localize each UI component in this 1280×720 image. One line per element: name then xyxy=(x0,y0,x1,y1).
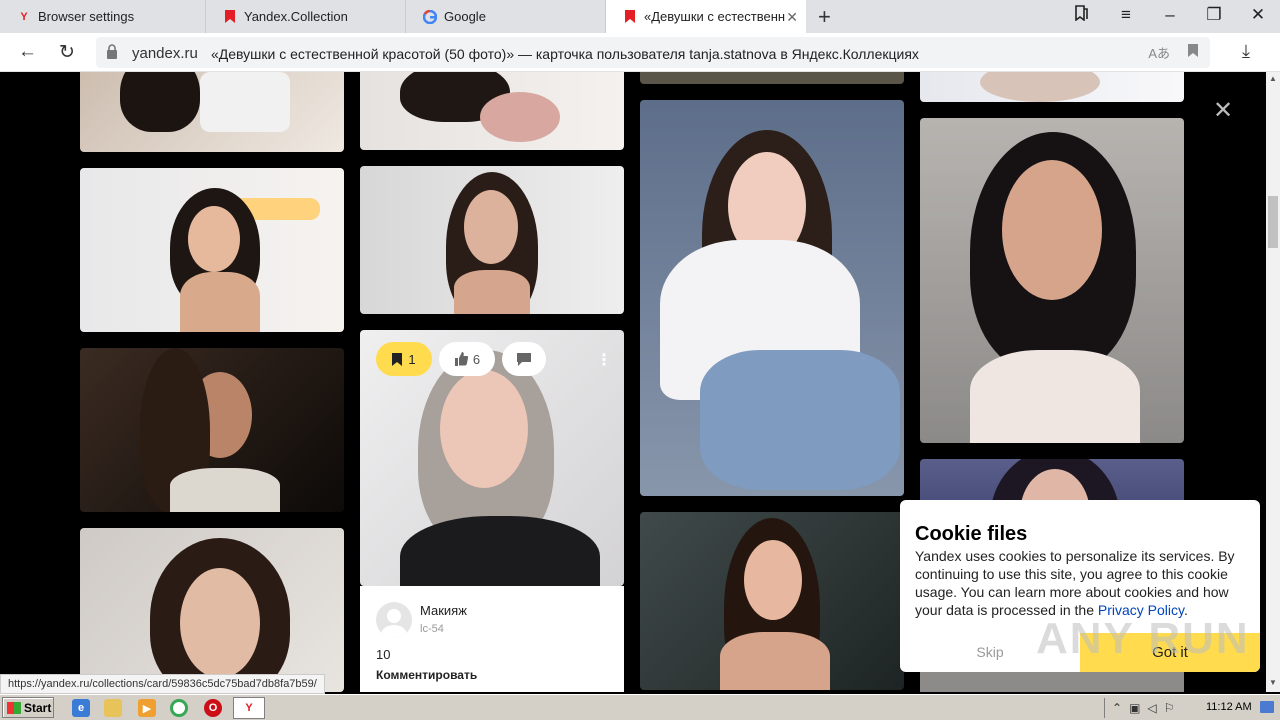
card-count: 10 xyxy=(376,647,391,662)
address-page-title: «Девушки с естественной красотой (50 фот… xyxy=(211,46,919,62)
thumbs-up-icon xyxy=(454,352,468,366)
status-url: https://yandex.ru/collections/card/59836… xyxy=(0,674,325,694)
tab-label: «Девушки с естественн xyxy=(644,9,786,24)
image-card[interactable] xyxy=(640,512,904,690)
image-card[interactable] xyxy=(640,100,904,496)
skip-button[interactable]: Skip xyxy=(940,637,1040,673)
tab-active-collection-card[interactable]: «Девушки с естественн ✕ xyxy=(606,0,806,33)
like-button[interactable]: 6 xyxy=(439,342,495,376)
page-scrollbar[interactable]: ▲ ▼ xyxy=(1266,72,1280,692)
reload-icon[interactable]: ↻ xyxy=(59,41,75,64)
comment-button[interactable] xyxy=(502,342,546,376)
tab-browser-settings[interactable]: Y Browser settings xyxy=(0,0,206,33)
new-tab-button[interactable]: + xyxy=(818,4,831,30)
image-card[interactable] xyxy=(360,72,624,150)
minimize-icon[interactable]: – xyxy=(1158,5,1182,25)
avatar[interactable] xyxy=(376,602,412,638)
media-player-icon[interactable]: ▶ xyxy=(138,699,156,717)
start-button[interactable]: Start xyxy=(2,697,54,718)
tab-strip: Y Browser settings Yandex.Collection Goo… xyxy=(0,0,1280,33)
collections-icon xyxy=(223,10,237,24)
yandex-icon: Y xyxy=(20,10,28,23)
folder-icon[interactable] xyxy=(104,699,122,717)
save-to-collection-button[interactable]: 1 xyxy=(376,342,432,376)
tab-label: Google xyxy=(444,9,486,24)
navigation-bar: ← ↻ yandex.ru «Девушки с естественной кр… xyxy=(0,33,1280,72)
scroll-up-icon[interactable]: ▲ xyxy=(1269,74,1277,83)
cookie-title: Cookie files xyxy=(915,523,1028,545)
save-count: 1 xyxy=(408,351,416,367)
start-label: Start xyxy=(24,700,52,715)
restore-icon[interactable]: ❐ xyxy=(1202,5,1226,25)
image-card[interactable] xyxy=(80,528,344,692)
close-tab-icon[interactable]: ✕ xyxy=(786,9,798,26)
tab-label: Yandex.Collection xyxy=(244,9,348,24)
taskbar: Start e ▶ O Y ⌃ ▣ ◁ ⚐ 11:12 AM xyxy=(0,694,1280,720)
windows-logo-icon xyxy=(7,701,21,714)
close-overlay-icon[interactable]: ✕ xyxy=(1213,96,1233,125)
translate-icon[interactable]: Aあ xyxy=(1148,43,1170,62)
back-arrow-icon[interactable]: ← xyxy=(18,41,37,63)
image-card[interactable] xyxy=(80,72,344,152)
address-bar[interactable]: yandex.ru «Девушки с естественной красот… xyxy=(96,37,1210,68)
bookmark-icon xyxy=(392,352,403,366)
watermark-logo: ANY RUN xyxy=(1036,614,1250,663)
yandex-browser-icon: Y xyxy=(240,699,258,717)
close-window-icon[interactable]: ✕ xyxy=(1246,5,1270,25)
network-icon[interactable]: ▣ xyxy=(1129,701,1140,715)
board-owner[interactable]: lc-54 xyxy=(420,623,444,635)
image-card[interactable] xyxy=(80,348,344,512)
comment-icon xyxy=(517,352,531,366)
card-info-panel: Макияж lc-54 10 Комментировать xyxy=(360,586,624,692)
board-title[interactable]: Макияж xyxy=(420,603,467,618)
volume-icon[interactable]: ◁ xyxy=(1147,701,1156,715)
scroll-down-icon[interactable]: ▼ xyxy=(1269,678,1277,687)
address-domain: yandex.ru xyxy=(132,45,198,62)
lock-icon xyxy=(107,44,117,59)
image-card[interactable] xyxy=(80,168,344,332)
scrollbar-thumb[interactable] xyxy=(1268,196,1278,248)
bookmarks-panel-icon[interactable] xyxy=(1069,5,1093,26)
tab-label: Browser settings xyxy=(38,9,135,24)
collections-icon xyxy=(623,10,637,24)
ie-icon[interactable]: e xyxy=(72,699,90,717)
image-card[interactable] xyxy=(360,166,624,314)
downloads-icon[interactable]: ⤓ xyxy=(1242,41,1250,62)
opera-icon[interactable]: O xyxy=(204,699,222,717)
tab-google[interactable]: Google xyxy=(406,0,606,33)
comment-link[interactable]: Комментировать xyxy=(376,668,477,682)
more-options-icon[interactable]: ⋮ xyxy=(596,350,612,370)
tab-yandex-collection[interactable]: Yandex.Collection xyxy=(206,0,406,33)
image-card[interactable] xyxy=(640,72,904,84)
menu-icon[interactable]: ≡ xyxy=(1114,5,1138,25)
clock: 11:12 AM xyxy=(1206,701,1252,713)
show-desktop-icon[interactable] xyxy=(1260,701,1274,713)
system-tray: ⌃ ▣ ◁ ⚐ xyxy=(1104,698,1280,718)
bookmark-icon[interactable] xyxy=(1188,44,1198,60)
chrome-icon[interactable] xyxy=(170,699,188,717)
google-icon xyxy=(423,9,437,24)
like-count: 6 xyxy=(472,351,481,367)
image-card[interactable] xyxy=(920,72,1184,102)
image-card[interactable] xyxy=(920,118,1184,443)
tray-expand-icon[interactable]: ⌃ xyxy=(1112,701,1122,715)
flag-icon[interactable]: ⚐ xyxy=(1164,701,1175,715)
cookie-text: Yandex uses cookies to personalize its s… xyxy=(915,547,1245,619)
